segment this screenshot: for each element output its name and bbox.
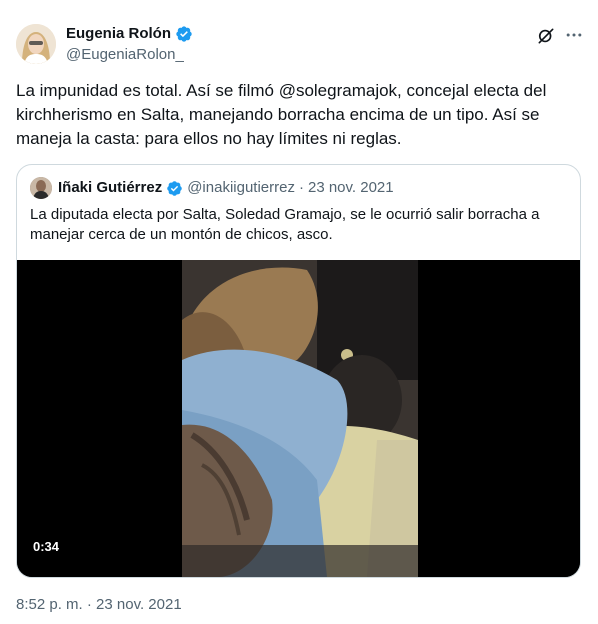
tweet-timestamp[interactable]: 8:52 p. m. · 23 nov. 2021 xyxy=(16,595,182,615)
verified-badge-icon xyxy=(176,26,192,42)
quoted-date[interactable]: 23 nov. 2021 xyxy=(308,178,394,198)
quoted-author-handle[interactable]: @inakiigutierrez xyxy=(187,178,295,198)
quoted-verified-badge-icon xyxy=(167,180,182,196)
more-options-icon[interactable] xyxy=(564,25,584,45)
video-thumbnail xyxy=(17,260,580,577)
video-player[interactable]: 0:34 xyxy=(17,260,580,577)
quoted-tweet-header: Iñaki Gutiérrez @inakiigutierrez · 23 no… xyxy=(58,178,394,198)
quoted-tweet[interactable]: Iñaki Gutiérrez @inakiigutierrez · 23 no… xyxy=(16,164,581,578)
author-name-line[interactable]: Eugenia Rolón xyxy=(66,24,193,44)
author-avatar[interactable] xyxy=(16,24,56,64)
quoted-author-avatar[interactable] xyxy=(30,177,52,199)
quoted-tweet-text: La diputada electa por Salta, Soledad Gr… xyxy=(30,206,540,243)
quoted-separator: · xyxy=(298,179,304,196)
grok-icon[interactable] xyxy=(536,26,556,46)
quoted-author-display-name[interactable]: Iñaki Gutiérrez xyxy=(58,178,162,198)
author-handle[interactable]: @EugeniaRolon_ xyxy=(66,45,184,65)
video-duration: 0:34 xyxy=(27,537,66,557)
tweet-text: La impunidad es total. Así se filmó @sol… xyxy=(16,81,547,148)
quoted-author-avatar-image xyxy=(30,177,52,199)
author-display-name[interactable]: Eugenia Rolón xyxy=(66,24,171,44)
author-avatar-image xyxy=(16,24,56,64)
